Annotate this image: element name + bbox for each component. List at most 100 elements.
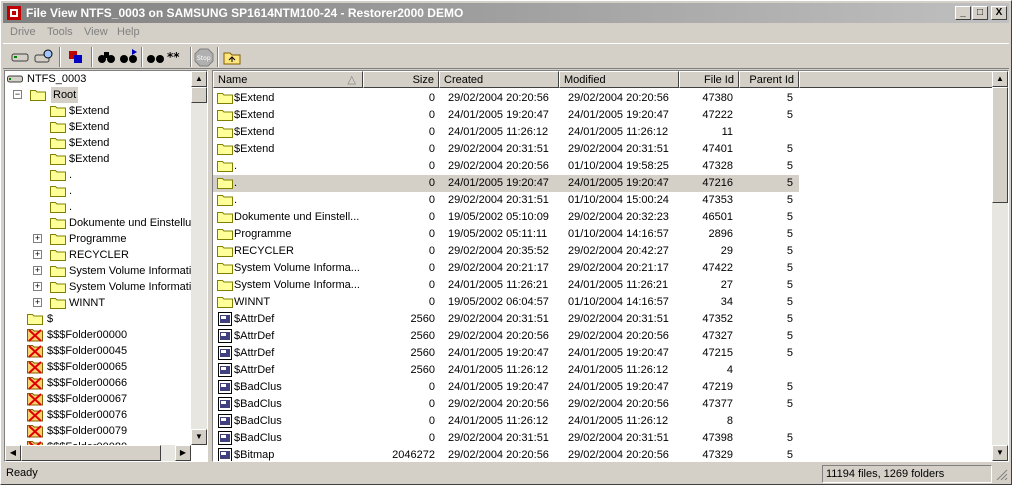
file-icon [218,363,232,377]
table-row[interactable]: $AttrDef 2560 29/02/2004 20:20:56 29/02/200… [213,328,799,345]
table-row[interactable]: $Extend 0 29/02/2004 20:20:56 29/02/2004 20… [213,90,799,107]
tree-vertical-scrollbar[interactable]: ▲ ▼ [191,71,207,445]
scroll-up-icon[interactable]: ▲ [191,71,207,87]
file-icon [218,431,232,445]
table-row[interactable]: $AttrDef 2560 29/02/2004 20:31:51 29/02/200… [213,311,799,328]
resize-grip-icon[interactable] [995,468,1008,481]
expand-icon[interactable]: + [33,298,42,307]
menu-view[interactable]: View [84,26,108,38]
cell-created: 29/02/2004 20:20:56 [448,398,549,410]
cell-file-id: 47327 [702,330,733,342]
column-parent-id[interactable]: Parent Id [739,71,799,88]
scroll-up-icon[interactable]: ▲ [992,71,1008,87]
folder-icon [217,109,233,121]
folder-tree[interactable]: NTFS_0003− Root $Extend $Extend $Extend $Exte… [4,70,208,462]
scroll-thumb[interactable] [21,445,161,461]
table-row[interactable]: System Volume Informa... 0 29/02/2004 20:2… [213,260,799,277]
cell-created: 29/02/2004 20:20:56 [448,92,549,104]
menu-help[interactable]: Help [117,26,140,38]
tree-item-label: RECYCLER [69,249,129,261]
table-row[interactable]: Programme 0 19/05/2002 05:11:11 01/10/2004 … [213,226,799,243]
folder-icon [50,217,66,229]
column-name[interactable]: Name △ [213,71,363,88]
binoculars-icon[interactable] [96,47,118,67]
cell-parent-id: 5 [786,228,793,240]
tree-item-label: $Extend [69,137,110,149]
tree-item-label: $$$Folder00067 [47,393,128,405]
table-row[interactable]: $BadClus 0 29/02/2004 20:31:51 29/02/2004 2… [213,430,799,447]
mask-icon[interactable]: ** [166,47,188,67]
scroll-right-icon[interactable]: ▶ [175,445,191,461]
file-icon [218,329,232,343]
search-mask-icon[interactable] [145,47,167,67]
cell-created: 29/02/2004 20:20:56 [448,449,549,461]
drive-icon[interactable] [9,47,31,67]
table-row[interactable]: $Extend 0 29/02/2004 20:31:51 29/02/2004 20… [213,141,799,158]
expand-icon[interactable]: + [33,234,42,243]
find-next-icon[interactable] [118,47,140,67]
cell-modified: 29/02/2004 20:31:51 [568,313,669,325]
cell-size: 0 [428,381,435,393]
folder-icon [217,160,233,172]
cell-modified: 29/02/2004 20:20:56 [568,449,669,461]
file-list[interactable]: Name △ Size Created Modified File Id Par… [212,70,1009,462]
list-vertical-scrollbar[interactable]: ▲ ▼ [992,71,1008,461]
table-row[interactable]: RECYCLER 0 29/02/2004 20:35:52 29/02/2004 2… [213,243,799,260]
scroll-down-icon[interactable]: ▼ [992,445,1008,461]
collapse-icon[interactable]: − [13,90,22,99]
table-row[interactable]: $BadClus 0 29/02/2004 20:20:56 29/02/2004 2… [213,396,799,413]
cell-file-id: 47401 [702,143,733,155]
tree-horizontal-scrollbar[interactable]: ◀ ▶ [5,445,191,461]
folder-icon [50,121,66,133]
cell-size: 2560 [410,364,435,376]
cell-file-id: 47353 [702,194,733,206]
cell-modified: 01/10/2004 14:16:57 [568,296,669,308]
table-row[interactable]: . 0 29/02/2004 20:31:51 01/10/2004 15:00:24… [213,192,799,209]
cell-created: 19/05/2002 05:11:11 [448,228,548,240]
table-row[interactable]: $BadClus 0 24/01/2005 19:20:47 24/01/2005 1… [213,379,799,396]
folder-icon [217,296,233,308]
deleted-folder-icon [27,328,43,342]
table-row[interactable]: System Volume Informa... 0 24/01/2005 11:2… [213,277,799,294]
drive-search-icon[interactable] [33,47,55,67]
folder-icon [50,169,66,181]
scroll-left-icon[interactable]: ◀ [5,445,21,461]
expand-icon[interactable]: + [33,266,42,275]
table-row[interactable]: WINNT 0 19/05/2002 06:04:57 01/10/2004 14:1… [213,294,799,311]
close-button[interactable]: X [991,6,1007,20]
column-size[interactable]: Size [363,71,439,88]
tree-item-label: Dokumente und Einstellun [69,217,198,229]
stop-icon[interactable]: Stop [193,47,215,67]
expand-icon[interactable]: + [33,282,42,291]
cell-modified: 24/01/2005 19:20:47 [568,381,669,393]
cell-name: $Extend [234,126,275,138]
menu-tools[interactable]: Tools [47,26,73,38]
toolbar: ** Stop [3,43,1009,69]
cell-file-id: 47222 [702,109,733,121]
folder-icon [217,143,233,155]
scroll-thumb[interactable] [191,87,207,103]
minimize-button[interactable]: _ [955,6,971,20]
folder-up-icon[interactable] [221,47,243,67]
scroll-down-icon[interactable]: ▼ [191,429,207,445]
table-row[interactable]: $Bitmap 2046272 29/02/2004 20:20:56 29/02/2… [213,447,799,461]
table-row[interactable]: . 0 29/02/2004 20:20:56 01/10/2004 19:58:25… [213,158,799,175]
scroll-thumb[interactable] [992,87,1008,203]
title-bar[interactable]: File View NTFS_0003 on SAMSUNG SP1614NTM… [3,3,1009,23]
table-row[interactable]: $AttrDef 2560 24/01/2005 11:26:12 24/01/200… [213,362,799,379]
cell-modified: 29/02/2004 20:32:23 [568,211,669,223]
column-created[interactable]: Created [439,71,559,88]
table-row[interactable]: $AttrDef 2560 24/01/2005 19:20:47 24/01/200… [213,345,799,362]
menu-drive[interactable]: Drive [10,26,36,38]
connect-icon[interactable] [65,47,87,67]
column-file-id[interactable]: File Id [679,71,739,88]
table-row[interactable]: $BadClus 0 24/01/2005 11:26:12 24/01/2005 1… [213,413,799,430]
table-row[interactable]: $Extend 0 24/01/2005 19:20:47 24/01/2005 19… [213,107,799,124]
cell-file-id: 47380 [702,92,733,104]
expand-icon[interactable]: + [33,250,42,259]
table-row[interactable]: $Extend 0 24/01/2005 11:26:12 24/01/2005 11… [213,124,799,141]
table-row[interactable]: Dokumente und Einstell... 0 19/05/2002 05:… [213,209,799,226]
column-modified[interactable]: Modified [559,71,679,88]
table-row[interactable]: . 0 24/01/2005 19:20:47 24/01/2005 19:20:47… [213,175,799,192]
maximize-button[interactable]: □ [972,6,988,20]
